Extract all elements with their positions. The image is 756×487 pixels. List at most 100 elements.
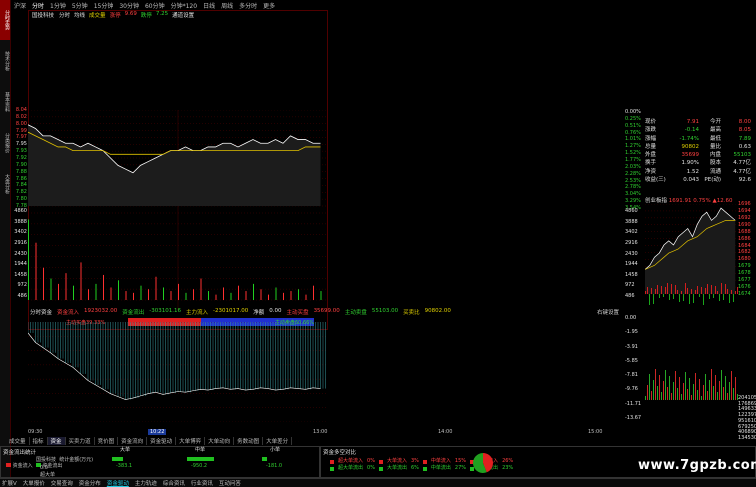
- right-click-settings[interactable]: 右键设置: [597, 308, 619, 316]
- time-label: 09:30: [28, 429, 43, 435]
- indicator-tab[interactable]: 指标: [30, 437, 48, 445]
- indicator-tab[interactable]: 大单差分: [263, 437, 293, 445]
- quote-label: 最高: [709, 127, 721, 134]
- legend-item: 涨停: [109, 13, 121, 19]
- legend-item: 跌停: [140, 13, 152, 19]
- fund-legend-item: 资金流出: [122, 310, 145, 316]
- index-volume-bar: [671, 393, 672, 400]
- volume-bar: [58, 283, 59, 300]
- indicator-tab[interactable]: 大单动向: [205, 437, 235, 445]
- axis-tick-label: 2430: [625, 250, 638, 257]
- compare-percent: 27%: [454, 465, 467, 471]
- period-button[interactable]: 周线: [221, 1, 233, 10]
- index-flow-bar: [651, 288, 652, 294]
- period-button[interactable]: 更多: [263, 1, 275, 10]
- status-tab[interactable]: 扩展V: [2, 479, 17, 487]
- volume-bar: [148, 289, 149, 300]
- status-tab[interactable]: 资金驱动: [107, 479, 129, 487]
- fund-compare-rows: 超大单流入0%大单流入3%中单流入15%小单流入26%超大单流出0%大单流出6%…: [330, 458, 530, 472]
- sidebar-tab[interactable]: 分时走势: [0, 0, 10, 40]
- quote-value: 4.77亿: [733, 160, 751, 167]
- compare-percent: 23%: [502, 465, 514, 471]
- index-volume-bar: [689, 378, 690, 400]
- intraday-chart[interactable]: [28, 110, 328, 310]
- period-button[interactable]: 30分钟: [119, 1, 139, 10]
- period-toolbar: 沪深 分时 1分钟 5分钟 15分钟 30分钟 60分钟 分钟*120 日线 周线 多分时 更多: [12, 0, 632, 10]
- volume-bar: [43, 267, 44, 300]
- status-tab[interactable]: 主力轨迹: [135, 479, 157, 487]
- legend-item: 通道设置: [172, 13, 195, 19]
- period-button[interactable]: 15分钟: [94, 1, 114, 10]
- index-volume-bar: [645, 396, 646, 400]
- period-button[interactable]: 分钟*120: [171, 1, 197, 10]
- fund-legend-item: 主力流入: [186, 310, 209, 316]
- index-flow-bar: [703, 294, 704, 305]
- index-mini-chart[interactable]: [645, 204, 740, 404]
- legend-item: 7.25: [155, 11, 169, 17]
- indicator-tab[interactable]: 大单博弈: [176, 437, 206, 445]
- axis-tick-label: 1676: [738, 284, 751, 291]
- period-button[interactable]: 5分钟: [72, 1, 88, 10]
- axis-tick-label: 3.04%: [625, 191, 641, 198]
- volume-bar: [305, 294, 307, 300]
- axis-tick-label: 134530: [738, 435, 756, 441]
- price-area: [28, 124, 321, 206]
- quote-label: 量比: [709, 143, 721, 150]
- volume-bar: [193, 289, 194, 300]
- index-flow-bar: [717, 291, 718, 294]
- quote-row: 涨幅 -1.74% 最低 7.89: [645, 135, 756, 143]
- period-button[interactable]: 分时: [32, 1, 44, 10]
- volume-bar: [110, 287, 112, 300]
- status-tab[interactable]: 综合资讯: [163, 479, 185, 487]
- quote-value: 1.52: [686, 168, 699, 175]
- index-volume-axis: 2041050176869014963301223970951610679250…: [738, 396, 756, 441]
- quote-value: -1.74%: [679, 135, 699, 142]
- indicator-tab[interactable]: 资金驱动: [147, 437, 177, 445]
- volume-bar: [238, 285, 239, 300]
- indicator-tab[interactable]: 买卖力道: [66, 437, 95, 445]
- index-flow-bar: [705, 288, 706, 294]
- status-tab[interactable]: 大单报价: [23, 479, 45, 487]
- sidebar-tab[interactable]: 技术分析: [0, 41, 10, 81]
- status-tab[interactable]: 交易查询: [51, 479, 73, 487]
- period-button[interactable]: 沪深: [14, 1, 26, 10]
- index-volume-bar: [647, 385, 648, 400]
- status-tab[interactable]: 资金分布: [79, 479, 101, 487]
- period-button[interactable]: 60分钟: [145, 1, 165, 10]
- index-flow-bar: [707, 284, 708, 294]
- axis-tick-label: 1944: [14, 261, 27, 268]
- indicator-tab[interactable]: 务数动图: [234, 437, 264, 445]
- index-volume-bar: [669, 376, 670, 400]
- indicator-tab[interactable]: 资金: [47, 437, 66, 445]
- index-flow-bar: [661, 286, 662, 294]
- indicator-tab[interactable]: 竞价图: [95, 437, 119, 445]
- quote-value: 7.89: [738, 135, 751, 142]
- volume-bar: [118, 280, 119, 300]
- period-button[interactable]: 1分钟: [50, 1, 66, 10]
- period-button[interactable]: 日线: [203, 1, 215, 10]
- flow-bar: [112, 457, 123, 461]
- axis-tick-label: 8.02: [15, 113, 27, 120]
- fund-legend-item: 买卖比: [403, 310, 420, 316]
- axis-tick-label: 3.29%: [625, 198, 641, 205]
- status-tab[interactable]: 互动问答: [219, 479, 241, 487]
- indicator-tab[interactable]: 成交量: [6, 437, 30, 445]
- quote-label: 现价: [645, 119, 657, 125]
- axis-tick-label: 2.03%: [625, 163, 641, 170]
- period-button[interactable]: 多分时: [239, 1, 257, 10]
- quote-label: 今开: [709, 119, 721, 125]
- index-header: 创业板指 1691.91 0.75% ▲12.60: [645, 198, 733, 204]
- index-volume-bar: [665, 370, 666, 400]
- indicator-tab[interactable]: 资金流向: [118, 437, 148, 445]
- fund-chart[interactable]: [28, 322, 328, 422]
- index-volume-bar: [701, 396, 702, 400]
- volume-bar: [230, 292, 232, 300]
- index-flow-bar: [647, 287, 648, 294]
- flow-column-name: 中单: [195, 447, 206, 453]
- status-tab[interactable]: 行业资讯: [191, 479, 213, 487]
- quote-label: 涨幅: [645, 135, 657, 142]
- index-volume-bar: [715, 375, 716, 400]
- volume-bar: [275, 287, 277, 300]
- index-flow-bar: [731, 290, 732, 294]
- fund-legend-item: 90802.00: [424, 308, 451, 314]
